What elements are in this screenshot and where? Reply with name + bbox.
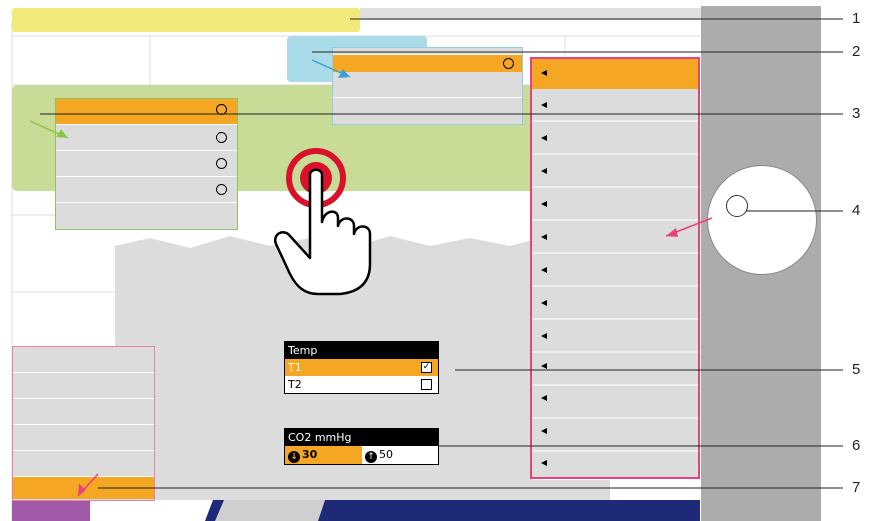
callout-number: 2 [852,43,861,60]
callout-number: 4 [852,202,861,219]
callout-number: 6 [852,437,861,454]
callout-number: 7 [852,479,861,496]
callout-number: 3 [852,105,861,122]
callout-number: 1 [852,10,861,27]
callout-number: 5 [852,361,861,378]
callout-leader-lines [40,18,843,489]
